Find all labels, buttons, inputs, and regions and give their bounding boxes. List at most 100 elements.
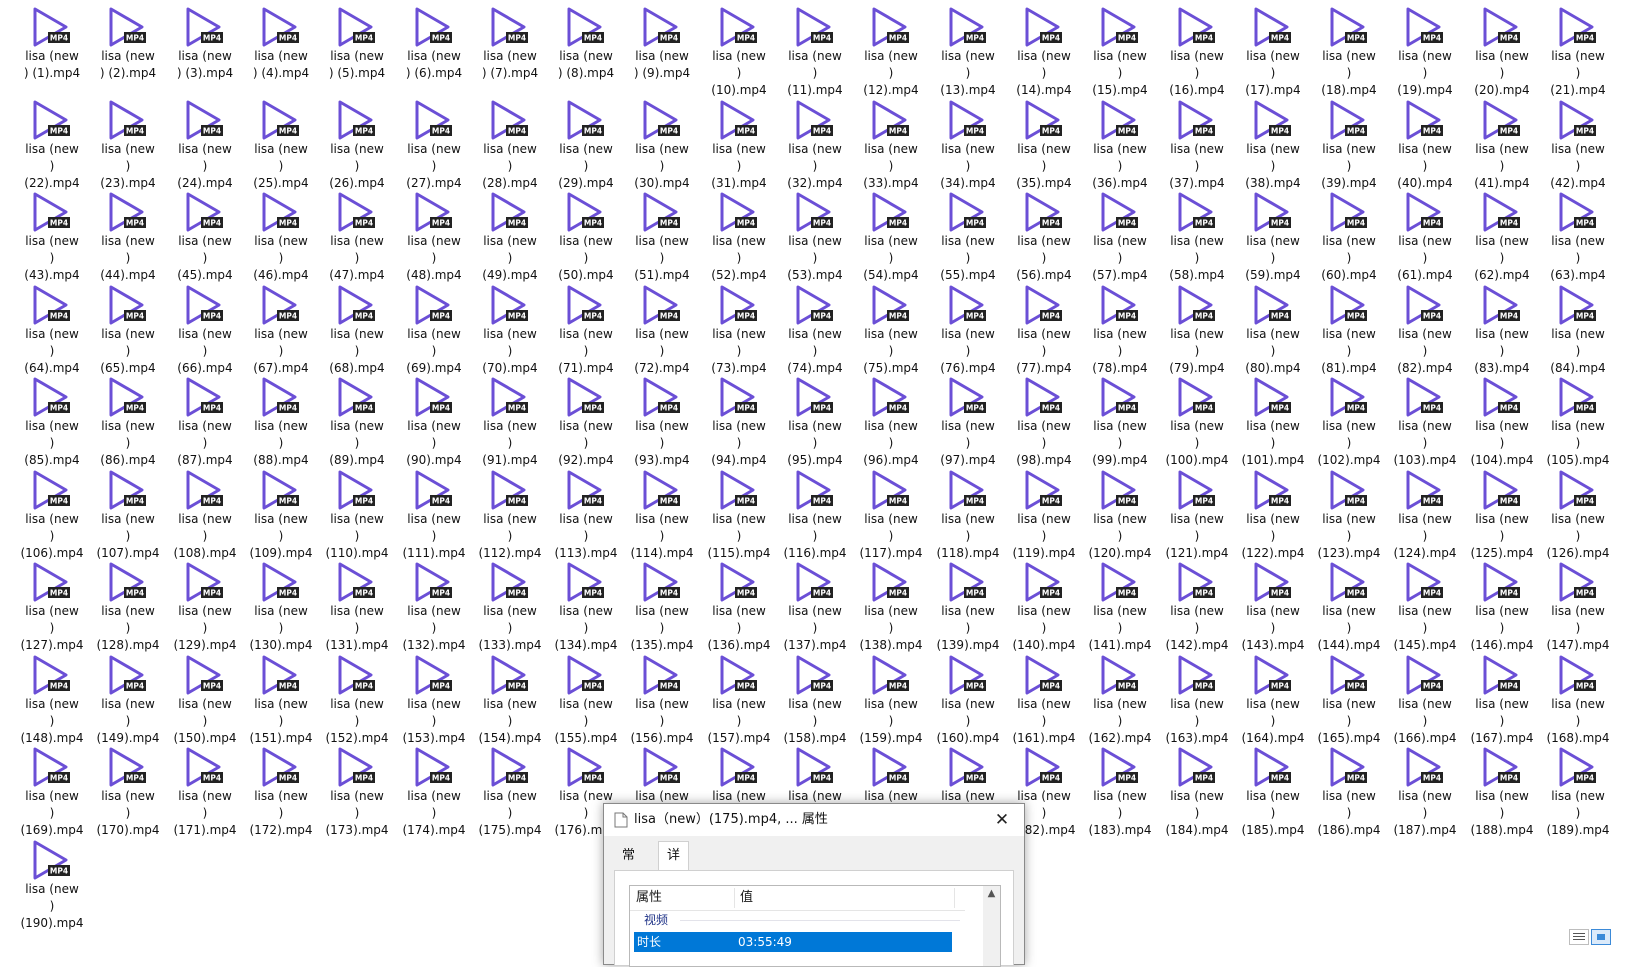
file-item[interactable]: MP4 lisa (new ) (52).mp4 <box>701 191 777 283</box>
file-item[interactable]: MP4 lisa (new ) (149).mp4 <box>90 654 166 746</box>
file-item[interactable]: MP4 lisa (new ) (134).mp4 <box>548 561 624 653</box>
file-item[interactable]: MP4 lisa (new ) (123).mp4 <box>1311 469 1387 561</box>
file-item[interactable]: MP4 lisa (new ) (156).mp4 <box>624 654 700 746</box>
file-item[interactable]: MP4 lisa (new ) (20).mp4 <box>1464 6 1540 98</box>
file-item[interactable]: MP4 lisa (new ) (141).mp4 <box>1082 561 1158 653</box>
file-item[interactable]: MP4 lisa (new ) (11).mp4 <box>777 6 853 98</box>
file-item[interactable]: MP4 lisa (new ) (24).mp4 <box>167 99 243 191</box>
file-item[interactable]: MP4 lisa (new ) (165).mp4 <box>1311 654 1387 746</box>
file-item[interactable]: MP4 lisa (new ) (78).mp4 <box>1082 284 1158 376</box>
file-item[interactable]: MP4 lisa (new ) (126).mp4 <box>1540 469 1616 561</box>
file-item[interactable]: MP4 lisa (new ) (82).mp4 <box>1387 284 1463 376</box>
file-item[interactable]: MP4 lisa (new ) (75).mp4 <box>853 284 929 376</box>
file-item[interactable]: MP4 lisa (new ) (37).mp4 <box>1159 99 1235 191</box>
file-item[interactable]: MP4 lisa (new ) (5).mp4 <box>319 6 395 98</box>
file-item[interactable]: MP4 lisa (new ) (120).mp4 <box>1082 469 1158 561</box>
file-item[interactable]: MP4 lisa (new ) (146).mp4 <box>1464 561 1540 653</box>
file-item[interactable]: MP4 lisa (new ) (49).mp4 <box>472 191 548 283</box>
file-item[interactable]: MP4 lisa (new ) (10).mp4 <box>701 6 777 98</box>
file-item[interactable]: MP4 lisa (new ) (23).mp4 <box>90 99 166 191</box>
file-item[interactable]: MP4 lisa (new ) (99).mp4 <box>1082 376 1158 468</box>
file-item[interactable]: MP4 lisa (new ) (106).mp4 <box>14 469 90 561</box>
file-item[interactable]: MP4 lisa (new ) (22).mp4 <box>14 99 90 191</box>
file-item[interactable]: MP4 lisa (new ) (77).mp4 <box>1006 284 1082 376</box>
file-item[interactable]: MP4 lisa (new ) (151).mp4 <box>243 654 319 746</box>
file-item[interactable]: MP4 lisa (new ) (51).mp4 <box>624 191 700 283</box>
file-item[interactable]: MP4 lisa (new ) (40).mp4 <box>1387 99 1463 191</box>
file-item[interactable]: MP4 lisa (new ) (145).mp4 <box>1387 561 1463 653</box>
file-item[interactable]: MP4 lisa (new ) (168).mp4 <box>1540 654 1616 746</box>
file-item[interactable]: MP4 lisa (new ) (19).mp4 <box>1387 6 1463 98</box>
file-item[interactable]: MP4 lisa (new ) (30).mp4 <box>624 99 700 191</box>
file-item[interactable]: MP4 lisa (new ) (137).mp4 <box>777 561 853 653</box>
large-icons-view-button[interactable] <box>1591 929 1611 945</box>
file-item[interactable]: MP4 lisa (new ) (72).mp4 <box>624 284 700 376</box>
file-item[interactable]: MP4 lisa (new ) (69).mp4 <box>396 284 472 376</box>
file-item[interactable]: MP4 lisa (new ) (121).mp4 <box>1159 469 1235 561</box>
file-item[interactable]: MP4 lisa (new ) (38).mp4 <box>1235 99 1311 191</box>
file-item[interactable]: MP4 lisa (new ) (26).mp4 <box>319 99 395 191</box>
file-item[interactable]: MP4 lisa (new ) (183).mp4 <box>1082 746 1158 838</box>
file-item[interactable]: MP4 lisa (new ) (117).mp4 <box>853 469 929 561</box>
file-item[interactable]: MP4 lisa (new ) (136).mp4 <box>701 561 777 653</box>
file-item[interactable]: MP4 lisa (new ) (55).mp4 <box>930 191 1006 283</box>
file-item[interactable]: MP4 lisa (new ) (61).mp4 <box>1387 191 1463 283</box>
file-item[interactable]: MP4 lisa (new ) (122).mp4 <box>1235 469 1311 561</box>
file-item[interactable]: MP4 lisa (new ) (27).mp4 <box>396 99 472 191</box>
file-item[interactable]: MP4 lisa (new ) (1).mp4 <box>14 6 90 98</box>
file-item[interactable]: MP4 lisa (new ) (39).mp4 <box>1311 99 1387 191</box>
file-item[interactable]: MP4 lisa (new ) (139).mp4 <box>930 561 1006 653</box>
file-item[interactable]: MP4 lisa (new ) (152).mp4 <box>319 654 395 746</box>
file-item[interactable]: MP4 lisa (new ) (103).mp4 <box>1387 376 1463 468</box>
file-item[interactable]: MP4 lisa (new ) (135).mp4 <box>624 561 700 653</box>
file-item[interactable]: MP4 lisa (new ) (13).mp4 <box>930 6 1006 98</box>
file-item[interactable]: MP4 lisa (new ) (21).mp4 <box>1540 6 1616 98</box>
file-item[interactable]: MP4 lisa (new ) (159).mp4 <box>853 654 929 746</box>
file-item[interactable]: MP4 lisa (new ) (131).mp4 <box>319 561 395 653</box>
file-item[interactable]: MP4 lisa (new ) (29).mp4 <box>548 99 624 191</box>
file-item[interactable]: MP4 lisa (new ) (35).mp4 <box>1006 99 1082 191</box>
file-item[interactable]: MP4 lisa (new ) (190).mp4 <box>14 839 90 931</box>
file-item[interactable]: MP4 lisa (new ) (108).mp4 <box>167 469 243 561</box>
file-item[interactable]: MP4 lisa (new ) (62).mp4 <box>1464 191 1540 283</box>
file-item[interactable]: MP4 lisa (new ) (111).mp4 <box>396 469 472 561</box>
file-item[interactable]: MP4 lisa (new ) (158).mp4 <box>777 654 853 746</box>
file-item[interactable]: MP4 lisa (new ) (174).mp4 <box>396 746 472 838</box>
file-item[interactable]: MP4 lisa (new ) (102).mp4 <box>1311 376 1387 468</box>
file-item[interactable]: MP4 lisa (new ) (124).mp4 <box>1387 469 1463 561</box>
file-item[interactable]: MP4 lisa (new ) (3).mp4 <box>167 6 243 98</box>
file-item[interactable]: MP4 lisa (new ) (90).mp4 <box>396 376 472 468</box>
file-item[interactable]: MP4 lisa (new ) (4).mp4 <box>243 6 319 98</box>
file-item[interactable]: MP4 lisa (new ) (84).mp4 <box>1540 284 1616 376</box>
vertical-scrollbar[interactable]: ▲ <box>983 886 1000 966</box>
file-item[interactable]: MP4 lisa (new ) (65).mp4 <box>90 284 166 376</box>
file-item[interactable]: MP4 lisa (new ) (88).mp4 <box>243 376 319 468</box>
file-item[interactable]: MP4 lisa (new ) (14).mp4 <box>1006 6 1082 98</box>
file-item[interactable]: MP4 lisa (new ) (31).mp4 <box>701 99 777 191</box>
column-header-value[interactable]: 值 <box>740 886 753 910</box>
file-item[interactable]: MP4 lisa (new ) (173).mp4 <box>319 746 395 838</box>
file-item[interactable]: MP4 lisa (new ) (73).mp4 <box>701 284 777 376</box>
file-item[interactable]: MP4 lisa (new ) (130).mp4 <box>243 561 319 653</box>
tab-general[interactable]: 常规 <box>614 844 643 887</box>
file-item[interactable]: MP4 lisa (new ) (128).mp4 <box>90 561 166 653</box>
file-item[interactable]: MP4 lisa (new ) (184).mp4 <box>1159 746 1235 838</box>
file-item[interactable]: MP4 lisa (new ) (96).mp4 <box>853 376 929 468</box>
file-item[interactable]: MP4 lisa (new ) (115).mp4 <box>701 469 777 561</box>
file-item[interactable]: MP4 lisa (new ) (74).mp4 <box>777 284 853 376</box>
file-item[interactable]: MP4 lisa (new ) (32).mp4 <box>777 99 853 191</box>
file-item[interactable]: MP4 lisa (new ) (9).mp4 <box>624 6 700 98</box>
close-button[interactable]: ✕ <box>980 804 1024 836</box>
file-item[interactable]: MP4 lisa (new ) (163).mp4 <box>1159 654 1235 746</box>
details-view-button[interactable] <box>1569 929 1589 945</box>
file-item[interactable]: MP4 lisa (new ) (91).mp4 <box>472 376 548 468</box>
file-item[interactable]: MP4 lisa (new ) (127).mp4 <box>14 561 90 653</box>
file-item[interactable]: MP4 lisa (new ) (169).mp4 <box>14 746 90 838</box>
file-item[interactable]: MP4 lisa (new ) (109).mp4 <box>243 469 319 561</box>
file-item[interactable]: MP4 lisa (new ) (80).mp4 <box>1235 284 1311 376</box>
file-item[interactable]: MP4 lisa (new ) (54).mp4 <box>853 191 929 283</box>
file-item[interactable]: MP4 lisa (new ) (43).mp4 <box>14 191 90 283</box>
file-item[interactable]: MP4 lisa (new ) (132).mp4 <box>396 561 472 653</box>
file-item[interactable]: MP4 lisa (new ) (94).mp4 <box>701 376 777 468</box>
file-item[interactable]: MP4 lisa (new ) (112).mp4 <box>472 469 548 561</box>
